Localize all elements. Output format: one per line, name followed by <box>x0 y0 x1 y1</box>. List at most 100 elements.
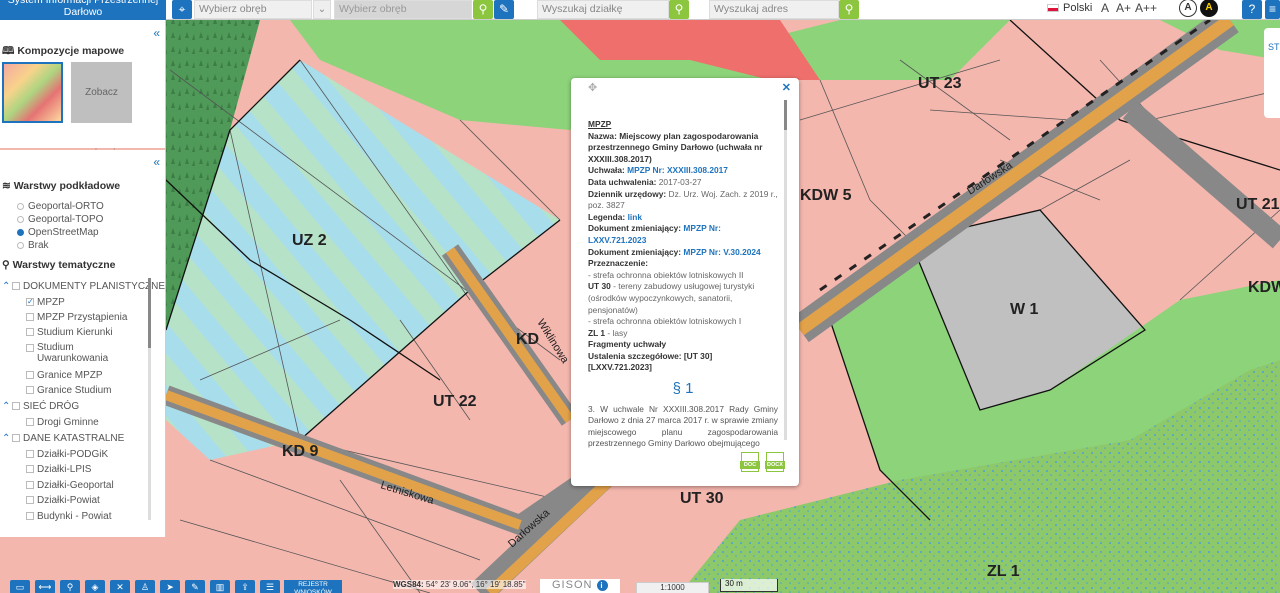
collapse-icon[interactable]: « <box>153 155 160 169</box>
base-layer-none[interactable]: Brak <box>17 240 49 251</box>
menu-button[interactable]: ≡ <box>1265 0 1280 19</box>
checkbox[interactable] <box>26 512 34 521</box>
parcel-search-button[interactable]: ⚲ <box>669 0 689 19</box>
checkbox[interactable] <box>26 465 34 474</box>
paragraph-symbol: § 1 <box>672 380 694 398</box>
checkbox[interactable] <box>26 371 34 380</box>
tool-button[interactable]: ✎ <box>494 0 514 19</box>
checkbox[interactable] <box>26 328 34 337</box>
obreb-select-1[interactable]: Wybierz obręb <box>194 0 312 19</box>
download-docx-button[interactable]: DOCX <box>765 452 786 474</box>
popup-scrollbar[interactable] <box>784 100 787 440</box>
font-size-medium[interactable]: A+ <box>1116 0 1131 17</box>
layer-dzialki-geoportal[interactable]: Działki-Geoportal <box>26 480 114 491</box>
layer-granice-studium[interactable]: Granice Studium <box>26 385 111 396</box>
group-dokumenty[interactable]: ⌃ DOKUMENTY PLANISTYCZNE <box>2 281 165 292</box>
caret-up-icon[interactable]: ⌃ <box>2 401 12 412</box>
search-obreb-button[interactable]: ⚲ <box>473 0 493 19</box>
caret-up-icon[interactable]: ⌃ <box>2 281 12 292</box>
base-layer-osm[interactable]: OpenStreetMap <box>17 227 99 238</box>
person-button[interactable]: ♙ <box>135 580 155 593</box>
font-size-large[interactable]: A++ <box>1135 0 1157 17</box>
label-ut30: UT 30 <box>680 490 724 507</box>
purpose-3: - strefa ochronna obiektów lotniskowych … <box>588 316 742 327</box>
checkbox[interactable] <box>26 386 34 395</box>
see-more-button[interactable]: Zobacz więcej <box>71 62 132 159</box>
label-ut22: UT 22 <box>433 393 477 410</box>
app-title[interactable]: System Informacji Przestrzennej Darłowo <box>0 0 166 20</box>
print-icon: ▭ <box>15 582 25 592</box>
applications-register-button[interactable]: REJESTR WNIOSKÓW <box>284 580 342 593</box>
help-button[interactable]: ? <box>1242 0 1262 19</box>
checkbox[interactable] <box>26 418 34 427</box>
composition-thumbnail[interactable] <box>2 62 63 123</box>
contrast-normal-button[interactable]: A <box>1179 0 1197 17</box>
group-siec-drog[interactable]: ⌃ SIEĆ DRÓG <box>2 401 79 412</box>
search-icon: ⚲ <box>844 2 854 16</box>
collapse-icon[interactable]: « <box>153 26 160 40</box>
extra-button[interactable]: ☰ <box>260 580 280 593</box>
layer-granice-mpzp[interactable]: Granice MPZP <box>26 370 103 381</box>
layer-dzialki-lpis[interactable]: Działki-LPIS <box>26 464 91 475</box>
purpose-4: ZL 1 - lasy <box>588 327 628 338</box>
move-icon[interactable]: ✥ <box>588 81 597 94</box>
search-icon: ⚲ <box>674 2 684 16</box>
checkbox[interactable] <box>26 496 34 505</box>
contrast-high-button[interactable]: A <box>1200 0 1218 17</box>
layer-studium-uwarunkowania[interactable]: Studium Uwarunkowania <box>26 342 108 364</box>
layer-mpzp[interactable]: ✓ MPZP <box>26 297 65 308</box>
group-dane-katastralne[interactable]: ⌃ DANE KATASTRALNE <box>2 433 124 444</box>
download-doc-button[interactable]: DOC <box>740 452 761 474</box>
chevron-down-icon[interactable]: ⌄ <box>313 0 331 19</box>
label-kd9: KD 9 <box>282 443 319 460</box>
measure-line-button[interactable]: ⟷ <box>35 580 55 593</box>
legend-link[interactable]: link <box>628 212 642 222</box>
locate-parcel-button[interactable]: ⌖ <box>172 0 192 19</box>
navigate-button[interactable]: ➤ <box>160 580 180 593</box>
layer-dzialki-podgik[interactable]: Działki-PODGiK <box>26 449 108 460</box>
radio-selected-icon[interactable] <box>17 228 24 236</box>
measure-area-button[interactable]: ◈ <box>85 580 105 593</box>
checkbox[interactable] <box>26 313 34 322</box>
checkbox[interactable] <box>12 282 20 291</box>
language-select[interactable]: Polski <box>1047 0 1092 19</box>
print-button[interactable]: ▭ <box>10 580 30 593</box>
close-icon[interactable]: ✕ <box>782 81 791 94</box>
radio-icon[interactable] <box>17 215 24 223</box>
gison-brand[interactable]: GISON i <box>540 579 620 593</box>
draw-button[interactable]: ✎ <box>185 580 205 593</box>
scale-input[interactable]: 1:1000 <box>636 582 709 593</box>
parcel-search-input[interactable]: Wyszukaj działkę <box>537 0 669 19</box>
caret-up-icon[interactable]: ⌃ <box>2 433 12 444</box>
info-icon[interactable]: i <box>596 580 608 591</box>
layer-mpzp-przystapienia[interactable]: MPZP Przystąpienia <box>26 312 127 323</box>
radio-icon[interactable] <box>17 202 24 210</box>
checkbox[interactable] <box>12 402 20 411</box>
checkbox[interactable] <box>26 344 34 352</box>
base-layer-orto[interactable]: Geoportal-ORTO <box>17 201 104 212</box>
radio-icon[interactable] <box>17 241 24 249</box>
layer-studium-kierunki[interactable]: Studium Kierunki <box>26 327 113 338</box>
polish-flag-icon <box>1047 4 1059 13</box>
clear-button[interactable]: ✕ <box>110 580 130 593</box>
font-size-small[interactable]: A <box>1101 0 1109 17</box>
uchwala-link[interactable]: MPZP Nr: XXXIII.308.2017 <box>627 165 728 175</box>
base-layer-topo[interactable]: Geoportal-TOPO <box>17 214 103 225</box>
address-search-button[interactable]: ⚲ <box>839 0 859 19</box>
address-search-input[interactable]: Wyszukaj adres <box>709 0 839 19</box>
obreb-select-2[interactable]: Wybierz obręb <box>334 0 472 19</box>
amending-doc-link-2[interactable]: MPZP Nr: V.30.2024 <box>683 247 760 257</box>
layer-dzialki-powiat[interactable]: Działki-Powiat <box>26 495 100 506</box>
checkbox-checked[interactable]: ✓ <box>26 298 34 307</box>
layers-scrollbar[interactable] <box>148 278 151 520</box>
brush-icon: ✎ <box>498 2 510 16</box>
layer-budynki-powiat[interactable]: Budynki - Powiat <box>26 511 111 522</box>
identify-button[interactable]: ⚲ <box>60 580 80 593</box>
checkbox[interactable] <box>26 481 34 490</box>
checkbox[interactable] <box>12 434 20 443</box>
book-button[interactable]: ▥ <box>210 580 230 593</box>
checkbox[interactable] <box>26 450 34 459</box>
right-side-tab[interactable]: ST <box>1264 28 1280 118</box>
layer-drogi-gminne[interactable]: Drogi Gminne <box>26 417 99 428</box>
share-button[interactable]: ⇪ <box>235 580 255 593</box>
